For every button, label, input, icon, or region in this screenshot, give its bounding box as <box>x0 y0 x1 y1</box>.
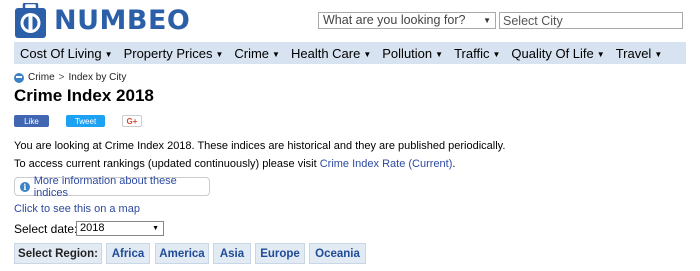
region-label: Select Region: <box>14 243 102 264</box>
nav-item-quality-of-life[interactable]: Quality Of Life ▼ <box>505 46 609 61</box>
chevron-down-icon: ▼ <box>483 16 491 25</box>
region-africa-label: Africa <box>111 247 145 260</box>
page-title: Crime Index 2018 <box>14 86 154 105</box>
city-input[interactable] <box>499 12 683 29</box>
region-europe-button[interactable]: Europe <box>255 243 305 264</box>
region-asia-label: Asia <box>219 247 245 260</box>
date-select-value: 2018 <box>80 222 105 234</box>
logo-text: NUMBEO <box>54 5 191 36</box>
region-europe-label: Europe <box>260 247 300 260</box>
more-info-label: More information about these indices <box>33 174 177 199</box>
date-select[interactable]: 2018 ▼ <box>76 221 164 236</box>
tweet-button[interactable]: Tweet <box>66 115 105 127</box>
map-link[interactable]: Click to see this on a map <box>14 203 140 215</box>
nav-item-cost-of-living[interactable]: Cost Of Living ▼ <box>14 46 118 61</box>
info-icon: i <box>20 181 30 192</box>
para2-prefix: To access current rankings (updated cont… <box>14 158 320 170</box>
facebook-like-button[interactable]: Like <box>14 115 49 127</box>
current-rankings-paragraph: To access current rankings (updated cont… <box>14 158 455 170</box>
region-label-text: Select Region: <box>18 247 98 260</box>
region-oceania-label: Oceania <box>315 247 360 260</box>
google-plus-label: G+ <box>126 116 138 126</box>
home-icon[interactable] <box>14 72 24 83</box>
caret-down-icon: ▼ <box>654 49 663 59</box>
main-nav: Cost Of Living ▼ Property Prices ▼ Crime ▼ … <box>14 42 686 64</box>
crime-index-current-link[interactable]: Crime Index Rate (Current) <box>320 158 453 170</box>
caret-down-icon: ▼ <box>363 49 372 59</box>
caret-down-icon: ▼ <box>596 49 605 59</box>
logo-bag-icon <box>15 3 46 38</box>
caret-down-icon: ▼ <box>435 49 444 59</box>
nav-item-pollution[interactable]: Pollution ▼ <box>376 46 448 61</box>
region-oceania-button[interactable]: Oceania <box>309 243 366 264</box>
search-select-value: What are you looking for? <box>323 13 466 27</box>
search-select[interactable]: What are you looking for? ▼ <box>318 12 496 29</box>
nav-item-health-care[interactable]: Health Care ▼ <box>285 46 376 61</box>
chevron-down-icon: ▼ <box>152 225 159 232</box>
facebook-like-label: Like <box>24 116 39 126</box>
numbeo-logo[interactable]: NUMBEO <box>14 3 190 39</box>
region-america-button[interactable]: America <box>155 243 209 264</box>
tweet-label: Tweet <box>74 116 97 126</box>
breadcrumb-current: Index by City <box>68 72 127 83</box>
intro-paragraph: You are looking at Crime Index 2018. The… <box>14 140 506 152</box>
breadcrumb-separator: > <box>58 72 65 83</box>
nav-item-crime[interactable]: Crime ▼ <box>228 46 285 61</box>
nav-item-traffic[interactable]: Traffic ▼ <box>448 46 505 61</box>
caret-down-icon: ▼ <box>272 49 280 59</box>
breadcrumb: Crime > Index by City <box>14 72 126 83</box>
region-africa-button[interactable]: Africa <box>106 243 150 264</box>
region-america-label: America <box>159 247 205 260</box>
para2-suffix: . <box>452 158 456 170</box>
caret-down-icon: ▼ <box>492 49 501 59</box>
date-label: Select date: <box>14 222 78 236</box>
caret-down-icon: ▼ <box>104 49 113 59</box>
nav-item-property-prices[interactable]: Property Prices ▼ <box>118 46 229 61</box>
nav-item-travel[interactable]: Travel ▼ <box>610 46 668 61</box>
caret-down-icon: ▼ <box>215 49 224 59</box>
google-plus-button[interactable]: G+ <box>122 115 142 127</box>
breadcrumb-crime[interactable]: Crime <box>28 72 55 83</box>
region-asia-button[interactable]: Asia <box>213 243 251 264</box>
more-info-button[interactable]: i More information about these indices <box>14 174 210 199</box>
